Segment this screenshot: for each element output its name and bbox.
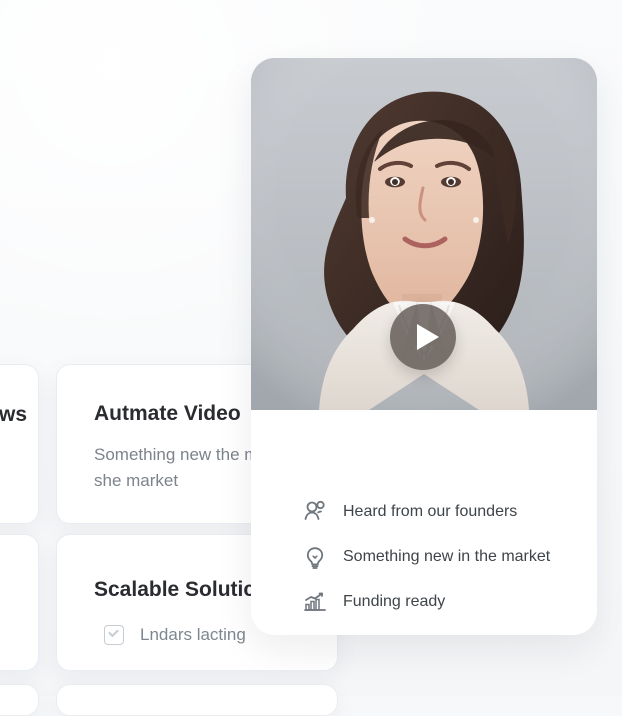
lightbulb-icon bbox=[301, 543, 329, 571]
highlight-founders: Heard from our founders bbox=[301, 489, 581, 534]
profile-video-thumbnail[interactable] bbox=[251, 58, 597, 410]
background-card-left-bottom bbox=[0, 534, 39, 671]
growth-chart-icon bbox=[301, 588, 329, 616]
background-card-left-top: ws bbox=[0, 364, 39, 524]
highlight-funding-label: Funding ready bbox=[343, 592, 446, 610]
left-card-fragment-title: ws bbox=[0, 403, 28, 426]
people-icon bbox=[301, 498, 329, 526]
highlight-market-label: Something new in the market bbox=[343, 547, 551, 565]
profile-card: Heard from our founders Something new in… bbox=[251, 58, 597, 635]
background-card-main-bottom-edge bbox=[56, 684, 338, 716]
scalable-solution-row: Lndars lacting bbox=[104, 625, 246, 645]
profile-highlights: Heard from our founders Something new in… bbox=[301, 489, 581, 624]
scalable-solution-row-label: Lndars lacting bbox=[140, 625, 246, 644]
highlight-market: Something new in the market bbox=[301, 534, 581, 579]
scalable-solution-title: Scalable Solutic bbox=[94, 578, 256, 601]
play-button[interactable] bbox=[390, 304, 456, 370]
chart-check-icon bbox=[104, 625, 124, 645]
automate-video-title: Autmate Video bbox=[94, 402, 241, 425]
play-icon bbox=[417, 324, 439, 350]
highlight-funding: Funding ready bbox=[301, 579, 581, 624]
highlight-founders-label: Heard from our founders bbox=[343, 502, 518, 520]
background-card-left-bottom-edge bbox=[0, 684, 39, 716]
